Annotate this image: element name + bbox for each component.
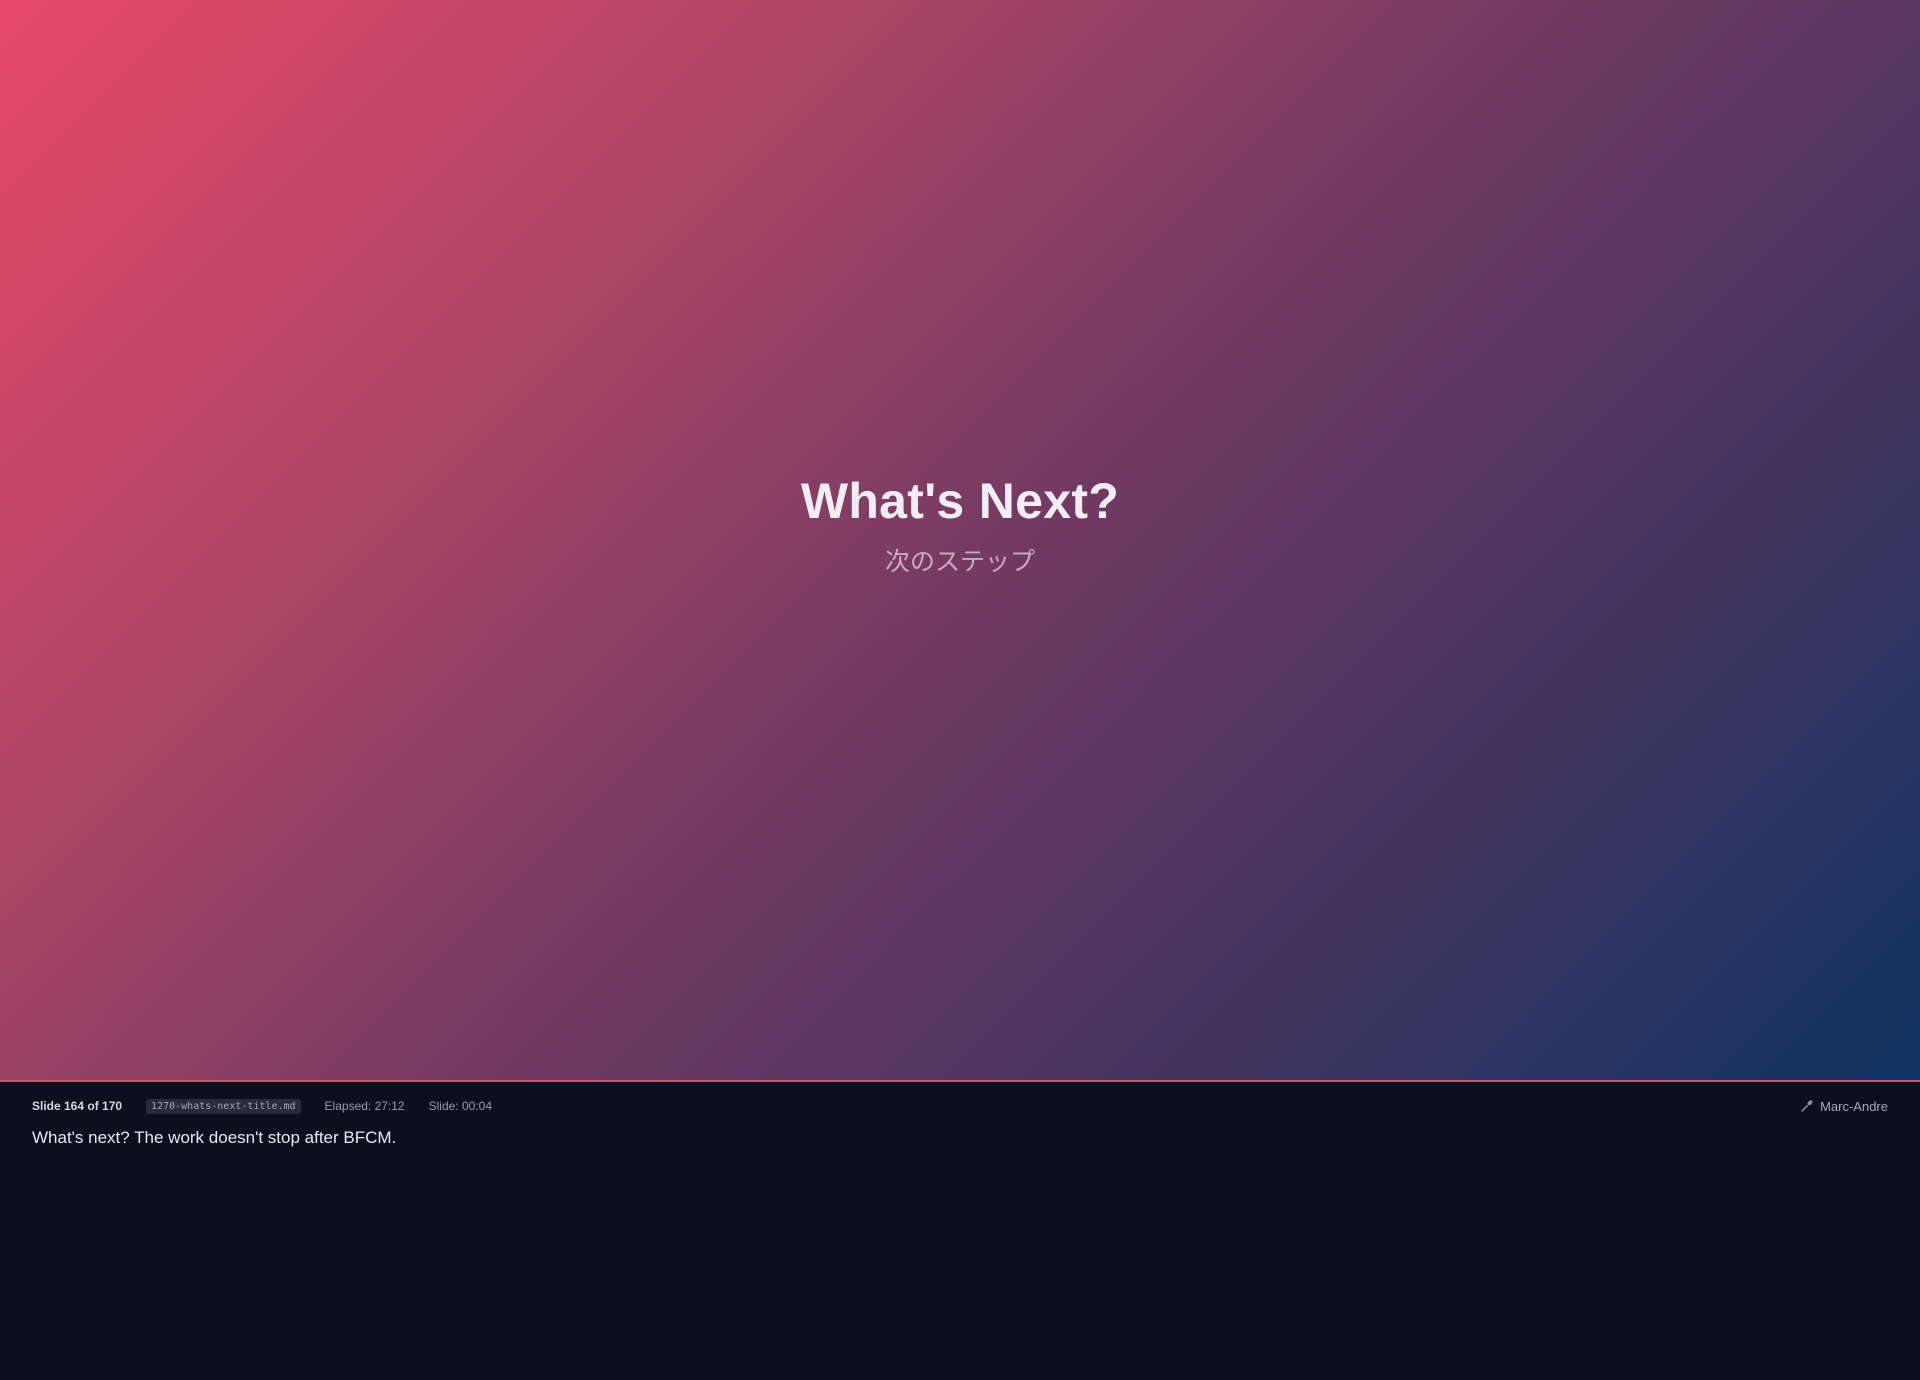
slide-counter: Slide 164 of 170 bbox=[32, 1099, 123, 1113]
presenter-status-bar: Slide 164 of 170 1270-whats-next-title.m… bbox=[32, 1094, 1888, 1118]
slide-canvas: What's Next? 次のステップ bbox=[0, 0, 1920, 1080]
microphone-icon bbox=[1800, 1099, 1814, 1113]
elapsed-timer: Elapsed: 27:12 bbox=[324, 1099, 405, 1113]
speaker: Marc-Andre bbox=[1800, 1099, 1888, 1114]
speaker-notes: What's next? The work doesn't stop after… bbox=[32, 1128, 397, 1147]
slide-title: What's Next? bbox=[800, 473, 1120, 529]
slide-timer: Slide: 00:04 bbox=[428, 1099, 492, 1113]
speaker-name: Marc-Andre bbox=[1820, 1098, 1888, 1114]
presenter-panel: Slide 164 of 170 1270-whats-next-title.m… bbox=[0, 1080, 1920, 1380]
slide-content: What's Next? 次のステップ bbox=[0, 470, 1920, 578]
slide-file-name: 1270-whats-next-title.md bbox=[146, 1098, 301, 1114]
slide-subtitle: 次のステップ bbox=[884, 547, 1035, 576]
